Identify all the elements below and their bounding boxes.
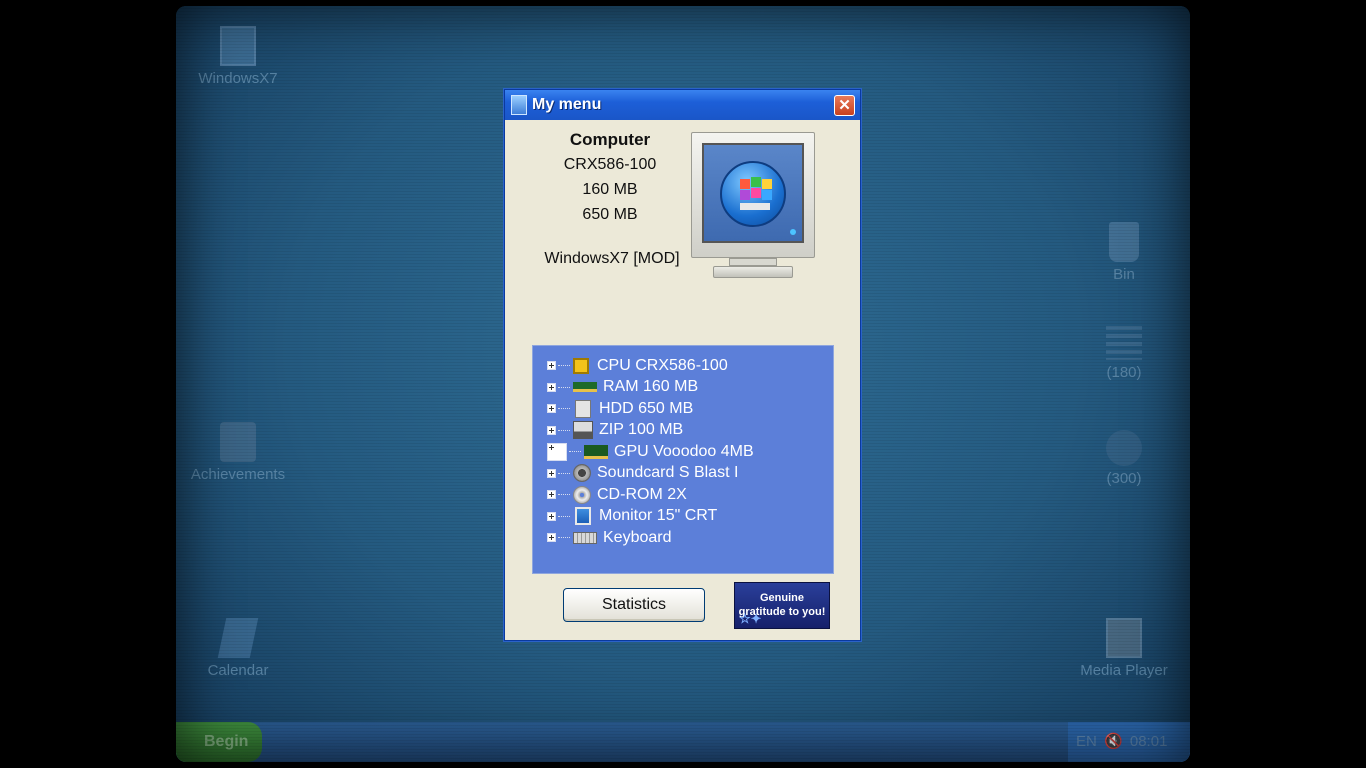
media-player-icon bbox=[1106, 618, 1142, 658]
desktop-icon-label: Media Player bbox=[1080, 662, 1168, 679]
expand-icon[interactable] bbox=[547, 382, 556, 392]
expand-icon[interactable] bbox=[547, 442, 567, 461]
start-label: Begin bbox=[204, 733, 249, 750]
tree-item-ram[interactable]: RAM 160 MB bbox=[533, 377, 833, 399]
desktop-icon-label: (180) bbox=[1106, 364, 1142, 381]
expand-icon[interactable] bbox=[547, 533, 556, 543]
computer-heading: Computer bbox=[569, 130, 651, 149]
zip-drive-icon bbox=[573, 421, 593, 440]
desktop-icon-label: Achievements bbox=[190, 466, 286, 483]
tree-item-hdd[interactable]: HDD 650 MB bbox=[533, 398, 833, 420]
tree-item-label: CPU CRX586-100 bbox=[597, 356, 728, 374]
desktop-icon-label: WindowsX7 bbox=[198, 70, 278, 87]
start-button[interactable]: Begin bbox=[176, 722, 262, 762]
expand-icon[interactable] bbox=[547, 511, 556, 521]
volume-muted-icon[interactable]: 🔇 bbox=[1104, 733, 1123, 750]
speaker-icon bbox=[573, 464, 591, 483]
close-button[interactable]: ✕ bbox=[834, 95, 855, 116]
computer-logo-icon bbox=[220, 26, 256, 66]
hdd-size: 650 MB bbox=[582, 206, 638, 223]
cpu-chip-icon bbox=[573, 357, 589, 374]
tree-item-label: Monitor 15" CRT bbox=[599, 507, 718, 525]
windows-logo-icon bbox=[720, 161, 786, 227]
recycle-bin-icon bbox=[1109, 222, 1139, 262]
desktop-icon-label: Bin bbox=[1113, 266, 1135, 283]
expand-icon[interactable] bbox=[547, 361, 556, 371]
tree-item-label: HDD 650 MB bbox=[599, 399, 694, 417]
desktop-icon-list[interactable]: (180) bbox=[1069, 326, 1179, 381]
cpu-model: CRX586-100 bbox=[563, 156, 657, 173]
desktop-icon-windowsx7[interactable]: WindowsX7 bbox=[183, 26, 293, 87]
system-tray: EN 🔇 08:01 PM bbox=[1068, 722, 1190, 762]
tree-item-soundcard[interactable]: Soundcard S Blast I bbox=[533, 463, 833, 485]
ram-stick-icon bbox=[573, 382, 597, 393]
desktop-icon-calendar[interactable]: Calendar bbox=[183, 618, 293, 679]
gpu-card-icon bbox=[584, 444, 608, 459]
calendar-icon bbox=[217, 618, 259, 658]
expand-icon[interactable] bbox=[547, 468, 556, 478]
monitor-icon bbox=[575, 507, 591, 526]
tree-item-zip[interactable]: ZIP 100 MB bbox=[533, 420, 833, 442]
ram-size: 160 MB bbox=[582, 181, 638, 198]
tree-item-label: CD-ROM 2X bbox=[597, 485, 687, 503]
tree-item-monitor[interactable]: Monitor 15" CRT bbox=[533, 506, 833, 528]
cd-disc-icon bbox=[573, 485, 591, 504]
language-indicator[interactable]: EN bbox=[1076, 733, 1097, 750]
keyboard-icon bbox=[573, 531, 597, 544]
star-icon: ☆✦ bbox=[739, 611, 762, 626]
window-titlebar[interactable]: My menu ✕ bbox=[505, 90, 860, 120]
my-menu-window: My menu ✕ Computer CRX586-100 160 MB 650… bbox=[504, 89, 861, 641]
tree-item-label: Keyboard bbox=[603, 528, 672, 546]
app-icon bbox=[1106, 430, 1142, 466]
window-title: My menu bbox=[532, 96, 602, 113]
trophy-icon bbox=[220, 422, 256, 462]
list-icon bbox=[1106, 326, 1142, 360]
desktop-icon-label: Calendar bbox=[207, 662, 269, 679]
desktop-icon-bin[interactable]: Bin bbox=[1069, 222, 1179, 283]
tree-item-gpu[interactable]: GPU Vooodoo 4MB bbox=[533, 441, 833, 463]
tree-item-keyboard[interactable]: Keyboard bbox=[533, 527, 833, 549]
desktop-icon-label: (300) bbox=[1106, 470, 1142, 487]
close-icon: ✕ bbox=[838, 97, 851, 114]
expand-icon[interactable] bbox=[547, 490, 556, 500]
desktop-icon-achievements[interactable]: Achievements bbox=[183, 422, 293, 483]
tree-item-cdrom[interactable]: CD-ROM 2X bbox=[533, 484, 833, 506]
computer-specs: Computer CRX586-100 160 MB 650 MB bbox=[535, 130, 685, 227]
desktop-icon-media-player[interactable]: Media Player bbox=[1069, 618, 1179, 679]
computer-monitor-icon bbox=[691, 132, 815, 282]
taskbar bbox=[176, 722, 1190, 762]
tree-item-label: Soundcard S Blast I bbox=[597, 464, 739, 482]
gratitude-banner[interactable]: Genuine gratitude to you! ☆✦ bbox=[734, 582, 830, 629]
hard-drive-icon bbox=[575, 399, 591, 418]
os-version: WindowsX7 [MOD] bbox=[544, 250, 680, 267]
tree-item-label: GPU Vooodoo 4MB bbox=[614, 442, 754, 460]
expand-icon[interactable] bbox=[547, 404, 556, 414]
desktop-icon-app[interactable]: (300) bbox=[1069, 430, 1179, 487]
tree-item-cpu[interactable]: CPU CRX586-100 bbox=[533, 355, 833, 377]
hardware-tree: CPU CRX586-100 RAM 160 MB HDD 650 MB ZIP… bbox=[532, 345, 834, 574]
tree-item-label: ZIP 100 MB bbox=[599, 421, 684, 439]
window-app-icon bbox=[511, 95, 527, 115]
expand-icon[interactable] bbox=[547, 425, 556, 435]
tree-item-label: RAM 160 MB bbox=[603, 378, 699, 396]
statistics-button[interactable]: Statistics bbox=[563, 588, 705, 622]
